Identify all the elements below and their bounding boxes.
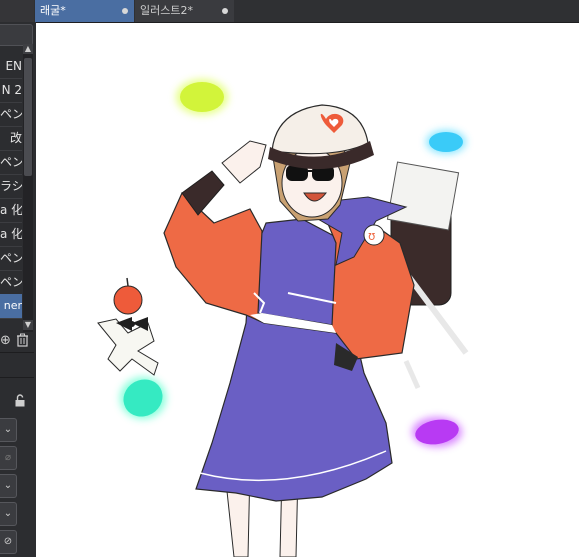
dropdown-toggle[interactable]: ⌄	[0, 502, 17, 526]
panel-header	[0, 0, 34, 22]
sub-tool-item-selected[interactable]: ner	[0, 294, 22, 319]
sub-tool-item[interactable]: ペン	[0, 150, 22, 175]
sub-tool-item[interactable]: N 2	[0, 78, 22, 103]
sub-tool-item[interactable]: ペン	[0, 246, 22, 271]
hat	[268, 104, 374, 170]
apple-with-bow	[97, 277, 159, 376]
sub-tool-item[interactable]: ペン	[0, 270, 22, 295]
sub-tool-item[interactable]: ラシ	[0, 174, 22, 199]
sub-tool-item[interactable]: a 化	[0, 198, 22, 223]
scroll-up-icon[interactable]: ▲	[23, 44, 33, 54]
sub-tool-item[interactable]: ペン	[0, 102, 22, 127]
glow-yellow	[176, 79, 228, 115]
sub-tool-header[interactable]	[0, 24, 33, 46]
dropdown-toggle[interactable]: ⌄	[0, 474, 17, 498]
tab-document-1[interactable]: 래굴*	[35, 0, 134, 22]
sub-tool-item[interactable]: 改	[0, 126, 22, 151]
glow-cyan	[426, 130, 466, 154]
option-toggle[interactable]: ⊘	[0, 530, 17, 554]
add-sub-tool-icon[interactable]: ⊕	[0, 333, 11, 348]
panel-divider	[0, 352, 34, 353]
delete-sub-tool-icon[interactable]	[16, 333, 29, 350]
dropdown-toggle[interactable]: ⌄	[0, 418, 17, 442]
sub-tool-item[interactable]: EN	[0, 54, 22, 79]
raised-arm	[181, 140, 267, 216]
glow-teal	[120, 377, 166, 419]
sub-tool-item[interactable]: a 化	[0, 222, 22, 247]
tab-label: 래굴*	[40, 4, 66, 17]
dropdown-toggle-disabled: ⌀	[0, 446, 17, 470]
document-tab-bar: 래굴* 일러스트2*	[0, 0, 579, 23]
panel-divider	[0, 377, 34, 378]
scrollbar-thumb[interactable]	[24, 58, 32, 176]
sub-tool-panel: EN N 2 ペン 改 ペン ラシ a 化 a 化 ペン ペン ner ▲ ▼ …	[0, 22, 37, 557]
canvas[interactable]: ʊ	[36, 23, 579, 557]
sub-tool-scrollbar[interactable]: ▲ ▼	[23, 44, 33, 332]
tab-label: 일러스트2*	[140, 4, 193, 17]
svg-text:ʊ: ʊ	[368, 229, 375, 243]
tab-document-2[interactable]: 일러스트2*	[135, 0, 234, 22]
scroll-down-icon[interactable]: ▼	[23, 320, 33, 330]
lock-icon[interactable]	[14, 394, 26, 411]
illustration: ʊ	[97, 79, 469, 557]
close-tab-icon[interactable]	[122, 8, 128, 14]
close-tab-icon[interactable]	[222, 8, 228, 14]
glow-purple	[412, 417, 462, 447]
